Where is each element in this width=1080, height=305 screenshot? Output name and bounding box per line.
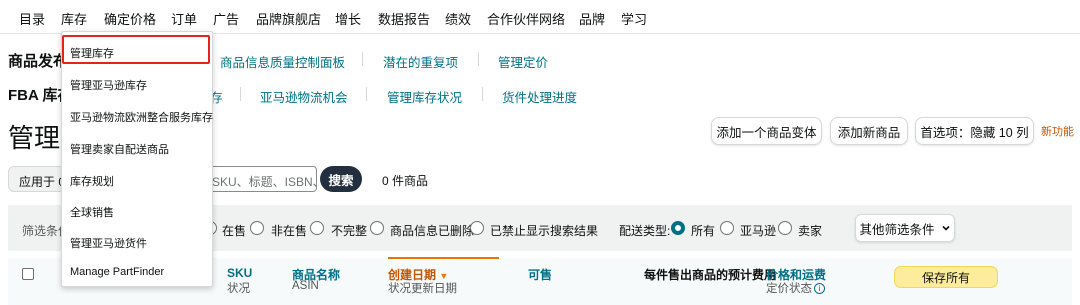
- listing-quality-link[interactable]: 商品信息质量控制面板: [220, 52, 345, 71]
- col-pricing-status: 定价状态 i: [766, 280, 825, 296]
- nav-brands[interactable]: 品牌: [579, 9, 605, 28]
- save-all-button[interactable]: 保存所有: [894, 266, 998, 288]
- top-navigation: 目录 库存 确定价格 订单 广告 品牌旗舰店 增长 数据报告 绩效 合作伙伴网络…: [0, 0, 1080, 34]
- filter-label: 筛选条件: [22, 224, 62, 238]
- radio-active-label: 在售: [222, 224, 247, 238]
- menu-manage-partfinder[interactable]: Manage PartFinder: [70, 266, 164, 278]
- nav-catalog[interactable]: 目录: [19, 9, 45, 28]
- nav-growth[interactable]: 增长: [335, 9, 361, 28]
- menu-inventory-planning[interactable]: 库存规划: [70, 173, 114, 189]
- radio-deleted-label: 商品信息已删除: [390, 224, 475, 238]
- divider: [478, 52, 479, 66]
- add-product-button[interactable]: 添加新商品: [830, 117, 908, 145]
- more-filters-label: 其他筛选条件: [859, 222, 935, 237]
- col-sku-sub: 状况: [227, 283, 250, 295]
- divider: [362, 52, 363, 66]
- divider: [482, 87, 483, 101]
- radio-all[interactable]: [671, 221, 685, 235]
- product-count: 0 件商品: [382, 174, 429, 188]
- menu-pan-eu-inventory[interactable]: 亚马逊物流欧洲整合服务库存: [70, 109, 213, 125]
- radio-suppressed[interactable]: [470, 221, 484, 235]
- radio-merchant[interactable]: [778, 221, 792, 235]
- col-status-updated-sub: 状况更新日期: [388, 283, 457, 295]
- preferences-button[interactable]: 首选项：隐藏 10 列: [915, 117, 1034, 145]
- col-available[interactable]: 可售: [528, 266, 552, 283]
- col-fee-preview: 每件售出商品的预计费用: [644, 268, 777, 282]
- chevron-down-icon: [941, 225, 950, 231]
- menu-manage-fba-inventory[interactable]: 管理亚马逊库存: [70, 77, 147, 93]
- potential-duplicates-link[interactable]: 潜在的重复项: [383, 52, 458, 71]
- search-button[interactable]: 搜索: [320, 166, 362, 192]
- radio-deleted[interactable]: [370, 221, 384, 235]
- select-all-checkbox[interactable]: [22, 268, 34, 280]
- info-icon[interactable]: i: [814, 283, 825, 295]
- col-pricing-status-label: 定价状态: [766, 283, 812, 295]
- divider: [366, 87, 367, 101]
- more-filters-dropdown[interactable]: 其他筛选条件: [855, 214, 955, 242]
- fba-opportunities-link[interactable]: 亚马逊物流机会: [260, 87, 348, 106]
- col-sku[interactable]: SKU: [227, 266, 252, 280]
- menu-manage-shipments[interactable]: 管理亚马逊货件: [70, 235, 147, 251]
- highlight-box: [62, 35, 210, 64]
- listings-row-label: 商品发布: [8, 53, 62, 70]
- nav-inventory[interactable]: 库存: [61, 9, 87, 28]
- radio-incomplete[interactable]: [310, 221, 324, 235]
- fba-row-label: FBA 库存: [8, 87, 62, 104]
- shipment-progress-link[interactable]: 货件处理进度: [502, 87, 577, 106]
- inventory-health-link[interactable]: 管理库存状况: [387, 87, 462, 106]
- col-asin-sub: ASIN: [292, 280, 319, 292]
- apply-to-selector[interactable]: 应用于 0: [8, 166, 68, 192]
- radio-inactive-label: 非在售: [271, 224, 308, 238]
- radio-incomplete-label: 不完整: [331, 224, 368, 238]
- nav-advertising[interactable]: 广告: [213, 9, 239, 28]
- inventory-dropdown-menu: 管理库存 管理亚马逊库存 亚马逊物流欧洲整合服务库存 管理卖家自配送商品 库存规…: [61, 31, 213, 287]
- search-input[interactable]: SKU、标题、ISBN、: [205, 166, 317, 192]
- new-feature-badge: 新功能: [1041, 126, 1074, 138]
- nav-performance[interactable]: 绩效: [445, 9, 471, 28]
- nav-learn[interactable]: 学习: [621, 9, 647, 28]
- radio-inactive[interactable]: [250, 221, 264, 235]
- radio-amazon-label: 亚马逊: [740, 224, 777, 238]
- nav-pricing[interactable]: 确定价格: [104, 9, 156, 28]
- nav-stores[interactable]: 品牌旗舰店: [256, 9, 321, 28]
- add-variation-button[interactable]: 添加一个商品变体: [711, 117, 822, 145]
- radio-suppressed-label: 已禁止显示搜索结果: [490, 224, 599, 238]
- radio-merchant-label: 卖家: [798, 224, 823, 238]
- radio-all-label: 所有: [691, 224, 716, 238]
- menu-global-selling[interactable]: 全球销售: [70, 204, 114, 220]
- menu-merchant-fulfilled[interactable]: 管理卖家自配送商品: [70, 141, 169, 157]
- divider: [240, 87, 241, 101]
- nav-partner-network[interactable]: 合作伙伴网络: [487, 9, 565, 28]
- nav-reports[interactable]: 数据报告: [378, 9, 430, 28]
- sort-indicator: [388, 257, 499, 259]
- manage-pricing-link[interactable]: 管理定价: [498, 52, 548, 71]
- nav-orders[interactable]: 订单: [171, 9, 197, 28]
- fulfillment-label: 配送类型:: [619, 224, 671, 238]
- radio-amazon[interactable]: [720, 221, 734, 235]
